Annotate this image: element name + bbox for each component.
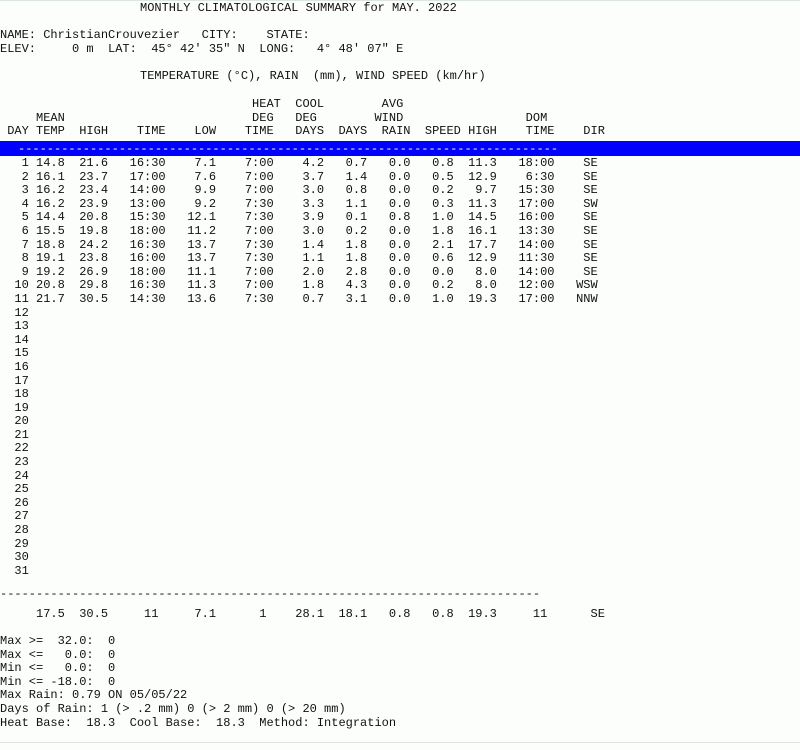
stat-min-le-negative: Min <= -18.0: 0: [0, 674, 116, 689]
table-top-rule-selected[interactable]: ----------------------------------------…: [0, 141, 800, 156]
totals-row: 17.5 30.5 11 7.1 1 28.1 18.1 0.8 0.8 19.…: [0, 607, 605, 621]
stat-max-le: Max <= 0.0: 0: [0, 647, 116, 662]
column-header-row-3: DAY TEMP HIGH TIME LOW TIME DAYS DAYS RA…: [0, 124, 605, 139]
table-bottom-rule: ----------------------------------------…: [0, 587, 800, 602]
stat-min-le: Min <= 0.0: 0: [0, 661, 116, 676]
stat-days-of-rain: Days of Rain: 1 (> .2 mm) 0 (> 2 mm) 0 (…: [0, 701, 346, 716]
separator-dashes-top: ----------------------------------------…: [18, 142, 559, 156]
summary-statistics-block: Max >= 32.0: 0 Max <= 0.0: 0 Min <= 0.0:…: [0, 634, 800, 730]
report-title: MONTHLY CLIMATOLOGICAL SUMMARY for MAY. …: [140, 1, 457, 15]
station-name-line: NAME: ChristianCrouvezier CITY: STATE:: [0, 28, 310, 42]
station-location-line: ELEV: 0 m LAT: 45° 42' 35" N LONG: 4° 48…: [0, 41, 404, 56]
daily-data-rows: 1 14.8 21.6 16:30 7.1 7:00 4.2 0.7 0.0 0…: [14, 156, 598, 578]
selected-separator-highlight[interactable]: ----------------------------------------…: [0, 141, 800, 156]
column-headers-block: HEAT COOL AVG MEAN DEG DEG WIND DOM DAY …: [0, 97, 800, 139]
stat-max-ge: Max >= 32.0: 0: [0, 634, 116, 648]
report-title-block: MONTHLY CLIMATOLOGICAL SUMMARY for MAY. …: [0, 1, 800, 16]
column-header-row-1: HEAT COOL AVG: [0, 97, 404, 111]
column-header-row-2: MEAN DEG DEG WIND DOM: [0, 110, 548, 125]
units-legend: TEMPERATURE (°C), RAIN (mm), WIND SPEED …: [140, 69, 486, 83]
page-bottom-divider: [0, 742, 800, 743]
station-info-block: NAME: ChristianCrouvezier CITY: STATE: E…: [0, 28, 800, 56]
totals-row-block: 17.5 30.5 11 7.1 1 28.1 18.1 0.8 0.8 19.…: [0, 607, 800, 622]
stat-heat-cool-base: Heat Base: 18.3 Cool Base: 18.3 Method: …: [0, 715, 397, 730]
daily-data-table: 1 14.8 21.6 16:30 7.1 7:00 4.2 0.7 0.0 0…: [0, 156, 800, 578]
units-legend-block: TEMPERATURE (°C), RAIN (mm), WIND SPEED …: [0, 69, 800, 84]
stat-max-rain: Max Rain: 0.79 ON 05/05/22: [0, 688, 188, 703]
separator-dashes-bottom: ----------------------------------------…: [0, 587, 541, 601]
